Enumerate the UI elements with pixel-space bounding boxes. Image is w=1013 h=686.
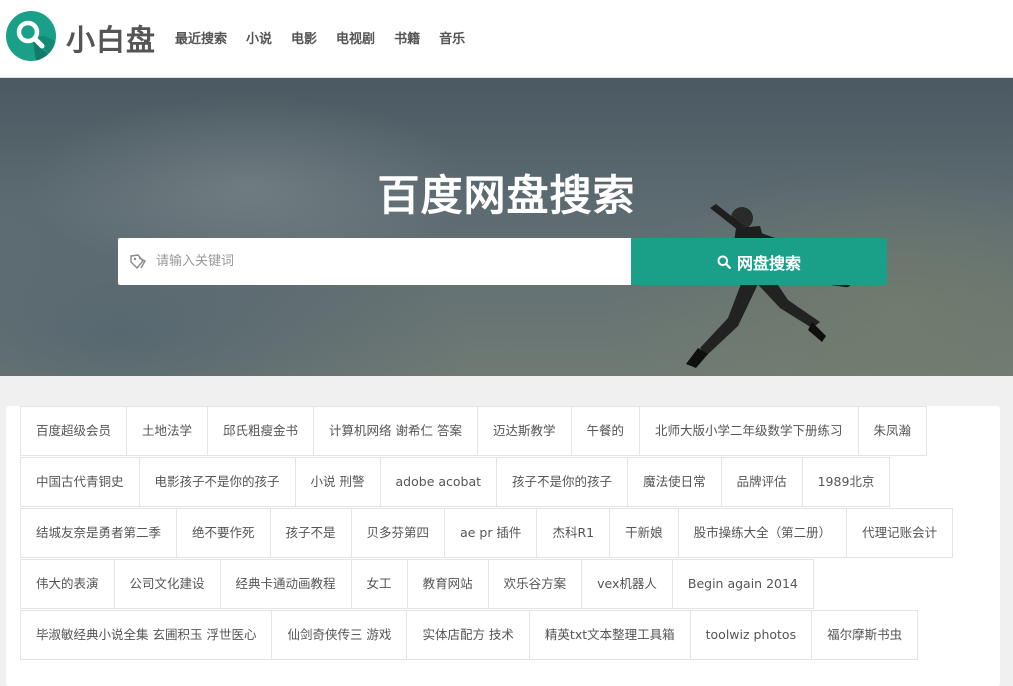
runner-illustration bbox=[686, 204, 856, 368]
search-input[interactable] bbox=[156, 238, 616, 285]
hero-banner: 百度网盘搜索 网盘搜索 bbox=[0, 78, 1013, 376]
tag-link[interactable]: 欢乐谷方案 bbox=[487, 559, 583, 609]
header: 小白盘 最近搜索 小说 电影 电视剧 书籍 音乐 bbox=[0, 0, 1013, 78]
nav-item-tv-series[interactable]: 电视剧 bbox=[336, 28, 375, 47]
tag-link[interactable]: 绝不要作死 bbox=[176, 508, 271, 558]
tag-row: 百度超级会员 土地法学 邱氏粗瘦金书 计算机网络 谢希仁 答案 迈达斯教学 午餐的 北师大版… bbox=[20, 406, 980, 457]
hero-title: 百度网盘搜索 bbox=[377, 171, 636, 220]
tag-row: 结城友奈是勇者第二季 绝不要作死 孩子不是 贝多芬第四 ae pr 插件 杰科R1 干新娘股… bbox=[20, 508, 980, 559]
tag-link[interactable]: 毕淑敏经典小说全集 玄圃积玉 浮世医心 bbox=[20, 610, 273, 660]
tag-link[interactable]: 百度超级会员 bbox=[20, 406, 128, 456]
tag-link[interactable]: 1989北京 bbox=[801, 457, 891, 507]
search-icon bbox=[16, 20, 56, 61]
brand-name[interactable]: 小白盘 bbox=[66, 17, 156, 59]
nav-item-movie[interactable]: 电影 bbox=[291, 28, 317, 47]
tag-link[interactable]: 福尔摩斯书虫 bbox=[811, 610, 919, 660]
tag-link[interactable]: 贝多芬第四 bbox=[350, 508, 446, 558]
tag-link[interactable]: 孩子不是你的孩子 bbox=[496, 457, 629, 507]
tag-link[interactable]: toolwiz photos bbox=[689, 610, 813, 660]
tag-link[interactable]: 干新娘 bbox=[609, 508, 679, 558]
nav-item-books[interactable]: 书籍 bbox=[394, 28, 420, 47]
tag-link[interactable]: 中国古代青铜史 bbox=[20, 457, 140, 507]
tag-link[interactable]: 土地法学 bbox=[126, 406, 209, 456]
tag-link[interactable]: 邱氏粗瘦金书 bbox=[207, 406, 315, 456]
tag-icon bbox=[130, 254, 146, 270]
tag-link[interactable]: 朱凤瀚 bbox=[857, 406, 928, 456]
tag-link[interactable]: Begin again 2014 bbox=[671, 559, 814, 609]
tag-row: 中国古代青铜史 电影孩子不是你的孩子 小说 刑警 adobe acobat 孩子不是你的… bbox=[20, 457, 980, 508]
nav-item-novel[interactable]: 小说 bbox=[246, 28, 272, 47]
tag-link[interactable]: 女工 bbox=[350, 559, 408, 609]
tag-link[interactable]: 结城友奈是勇者第二季 bbox=[20, 508, 178, 558]
tag-link[interactable]: 伟大的表演 bbox=[20, 559, 115, 609]
tag-link[interactable]: ae pr 插件 bbox=[444, 508, 538, 558]
nav-item-music[interactable]: 音乐 bbox=[439, 28, 465, 47]
search-box bbox=[118, 238, 631, 285]
nav-item-recent-search[interactable]: 最近搜索 bbox=[175, 28, 227, 47]
main-nav: 最近搜索 小说 电影 电视剧 书籍 音乐 bbox=[175, 28, 484, 47]
search-button[interactable]: 网盘搜索 bbox=[631, 238, 887, 285]
tag-link[interactable]: 杰科R1 bbox=[536, 508, 611, 558]
tag-link[interactable]: 股市操练大全（第二册） bbox=[677, 508, 848, 558]
tag-link[interactable]: 北师大版小学二年级数学下册练习 bbox=[639, 406, 859, 456]
tag-row: 伟大的表演 公司文化建设 经典卡通动画教程 女工 教育网站 欢乐谷方案 vex机器人 Begi… bbox=[20, 559, 980, 610]
tag-link[interactable]: vex机器人 bbox=[581, 559, 673, 609]
search-icon bbox=[717, 255, 731, 269]
tag-link[interactable]: 迈达斯教学 bbox=[477, 406, 572, 456]
tag-link[interactable]: 计算机网络 谢希仁 答案 bbox=[313, 406, 478, 456]
tag-link[interactable]: 电影孩子不是你的孩子 bbox=[138, 457, 296, 507]
tag-link[interactable]: 教育网站 bbox=[406, 559, 489, 609]
tag-link[interactable]: 孩子不是 bbox=[269, 508, 352, 558]
tag-row: 毕淑敏经典小说全集 玄圃积玉 浮世医心 仙剑奇侠传三 游戏 实体店配方 技术 精英tx… bbox=[20, 610, 980, 661]
tag-link[interactable]: 仙剑奇侠传三 游戏 bbox=[271, 610, 408, 660]
tag-link[interactable]: 午餐的 bbox=[570, 406, 641, 456]
tag-link[interactable]: 实体店配方 技术 bbox=[406, 610, 530, 660]
tag-link[interactable]: 魔法使日常 bbox=[627, 457, 722, 507]
hot-search-tags: 百度超级会员 土地法学 邱氏粗瘦金书 计算机网络 谢希仁 答案 迈达斯教学 午餐的 北师大版… bbox=[20, 406, 980, 661]
search-button-label: 网盘搜索 bbox=[736, 253, 801, 273]
logo[interactable] bbox=[6, 11, 56, 61]
tag-link[interactable]: 精英txt文本整理工具箱 bbox=[528, 610, 691, 660]
tag-link[interactable]: 经典卡通动画教程 bbox=[219, 559, 352, 609]
tag-link[interactable]: 品牌评估 bbox=[720, 457, 803, 507]
tag-link[interactable]: 公司文化建设 bbox=[113, 559, 221, 609]
tag-link[interactable]: adobe acobat bbox=[379, 457, 498, 507]
tag-link[interactable]: 小说 刑警 bbox=[294, 457, 381, 507]
hot-search-panel: 百度超级会员 土地法学 邱氏粗瘦金书 计算机网络 谢希仁 答案 迈达斯教学 午餐的 北师大版… bbox=[6, 406, 1000, 686]
tag-link[interactable]: 代理记账会计 bbox=[846, 508, 954, 558]
